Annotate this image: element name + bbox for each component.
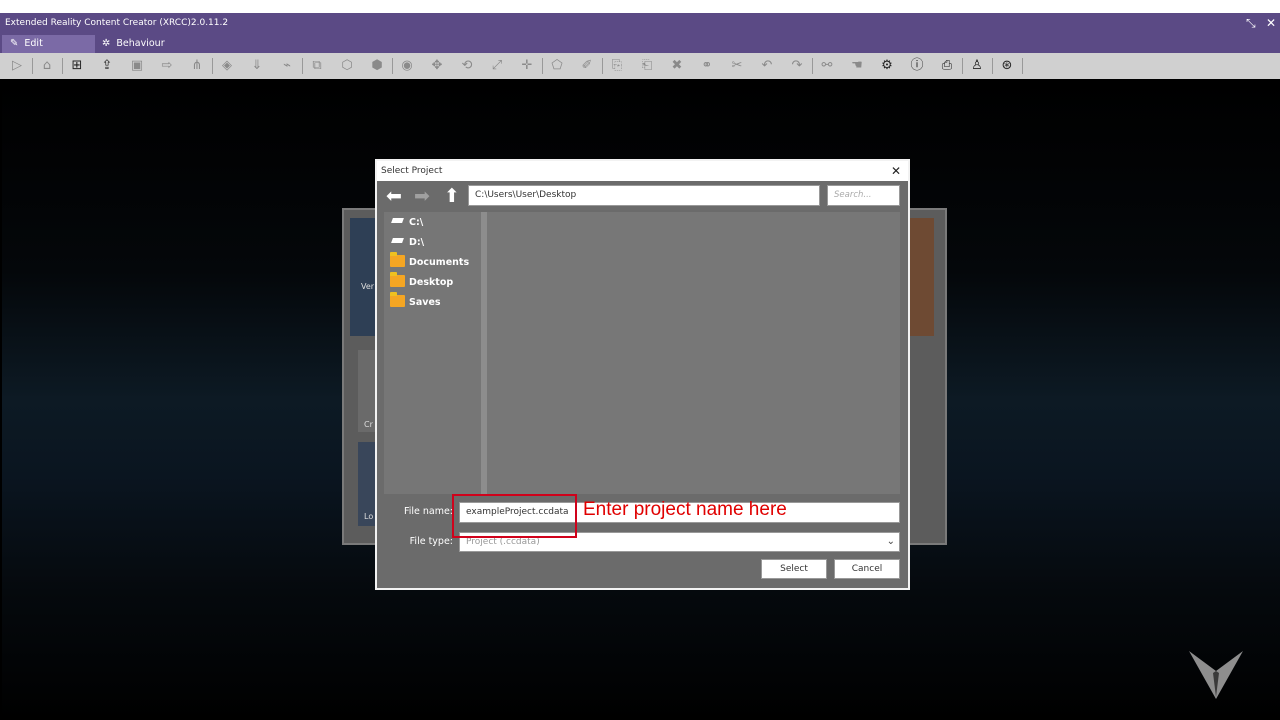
new-project-icon[interactable]: ⊞ [68, 57, 86, 75]
delete-icon[interactable]: ✖ [668, 57, 686, 75]
cube-icon[interactable]: ⬡ [338, 57, 356, 75]
toolbar-divider [302, 58, 303, 74]
drive-icon [389, 234, 405, 252]
back-arrow-icon[interactable]: ⬅ [386, 185, 402, 207]
window-title: Extended Reality Content Creator (XRCC)2… [5, 18, 229, 28]
sidebar-item-label: C:\ [409, 217, 424, 228]
path-input[interactable]: C:\Users\User\Desktop [468, 185, 820, 206]
user-manual-icon[interactable]: ♙ [968, 57, 986, 75]
hierarchy-icon[interactable]: ⋔ [188, 57, 206, 75]
copy-icon[interactable]: ⎘ [608, 57, 626, 75]
sidebar-item-desktop[interactable]: Desktop [389, 272, 454, 292]
settings-icon[interactable]: ⚙ [878, 57, 896, 75]
background-card-label: Cr [364, 420, 373, 429]
disconnect-icon[interactable]: ✂ [728, 57, 746, 75]
rotate-icon[interactable]: ⟲ [458, 57, 476, 75]
file-type-value: Project (.ccdata) [466, 537, 540, 547]
tab-label: Behaviour [116, 38, 165, 49]
close-icon[interactable]: ✕ [891, 161, 901, 181]
scale-icon[interactable]: ⤢ [488, 57, 506, 75]
paste-icon[interactable]: ⎗ [638, 57, 656, 75]
export-icon[interactable]: ⇨ [158, 57, 176, 75]
sidebar-item-label: Saves [409, 297, 441, 308]
save-icon[interactable]: ▣ [128, 57, 146, 75]
hand-icon[interactable]: ☚ [848, 57, 866, 75]
cancel-button[interactable]: Cancel [834, 559, 900, 579]
annotation-text: Enter project name here [583, 499, 787, 520]
pencil-icon[interactable]: ✐ [578, 57, 596, 75]
background-card-label: Lo [364, 512, 374, 521]
title-bar: Extended Reality Content Creator (XRCC)2… [0, 13, 1280, 33]
import-icon[interactable]: ⇓ [248, 57, 266, 75]
open-project-icon[interactable]: ⇪ [98, 57, 116, 75]
toolbar-divider [1022, 58, 1023, 74]
toolbar-divider [542, 58, 543, 74]
folder-icon [389, 252, 405, 272]
toolbar-divider [392, 58, 393, 74]
view-icon[interactable]: ◉ [398, 57, 416, 75]
restore-icon[interactable]: ⤡ [1246, 13, 1256, 33]
pivot-icon[interactable]: ✛ [518, 57, 536, 75]
sidebar-item-documents[interactable]: Documents [389, 252, 470, 272]
tab-behaviour[interactable]: ✲ Behaviour [102, 35, 212, 53]
report-icon[interactable]: ⎙ [938, 57, 956, 75]
close-icon[interactable]: ✕ [1266, 13, 1276, 33]
move-icon[interactable]: ✥ [428, 57, 446, 75]
edit-icon: ✎ [10, 38, 19, 49]
drive-icon [389, 214, 405, 232]
file-type-label: File type: [409, 536, 453, 547]
select-button[interactable]: Select [761, 559, 827, 579]
toolbar: ▷ ⌂ ⊞ ⇪ ▣ ⇨ ⋔ ◈ ⇓ ⌁ ⧉ ⬡ ⬢ ◉ ✥ ⟲ ⤢ ✛ ⬠ ✐ … [0, 53, 1280, 79]
scene-icon[interactable]: ⧉ [308, 57, 326, 75]
toolbar-divider [812, 58, 813, 74]
search-input[interactable]: Search... [827, 185, 900, 206]
info-icon[interactable]: ⓘ [908, 57, 926, 75]
tab-edit[interactable]: ✎ Edit [2, 35, 95, 53]
forward-arrow-icon[interactable]: ➡ [414, 185, 430, 207]
file-name-label: File name: [403, 506, 453, 517]
redo-icon[interactable]: ↷ [788, 57, 806, 75]
location-sidebar: C:\ D:\ Documents Desktop Saves [384, 212, 481, 494]
toolbar-divider [212, 58, 213, 74]
toolbar-divider [962, 58, 963, 74]
sidebar-item-label: D:\ [409, 237, 425, 248]
help-circle-icon[interactable]: ⊛ [998, 57, 1016, 75]
play-icon[interactable]: ▷ [8, 57, 26, 75]
settings-cube-icon[interactable]: ⬢ [368, 57, 386, 75]
toolbar-divider [602, 58, 603, 74]
object-icon[interactable]: ⬠ [548, 57, 566, 75]
background-card-label: Ver [361, 282, 375, 291]
toolbar-divider [32, 58, 33, 74]
dialog-title-bar: Select Project ✕ [377, 161, 908, 181]
sidebar-item-label: Desktop [409, 277, 454, 288]
link-icon[interactable]: ⌁ [278, 57, 296, 75]
app-window: Extended Reality Content Creator (XRCC)2… [0, 13, 1280, 720]
xrcc-logo-icon [1189, 651, 1243, 699]
layers-icon[interactable]: ◈ [218, 57, 236, 75]
folder-icon [389, 292, 405, 312]
chevron-down-icon: ⌄ [886, 536, 895, 547]
undo-icon[interactable]: ↶ [758, 57, 776, 75]
file-list[interactable] [487, 212, 900, 494]
connect-icon[interactable]: ⚭ [698, 57, 716, 75]
sidebar-item-saves[interactable]: Saves [389, 292, 441, 312]
toolbar-divider [992, 58, 993, 74]
folder-icon [389, 272, 405, 292]
home-icon[interactable]: ⌂ [38, 57, 56, 75]
sidebar-item-d-drive[interactable]: D:\ [389, 234, 424, 252]
annotation-highlight-box [452, 494, 577, 538]
sidebar-item-label: Documents [409, 257, 470, 268]
sidebar-item-c-drive[interactable]: C:\ [389, 214, 423, 232]
mode-tabs: ✎ Edit ✲ Behaviour [0, 33, 1280, 53]
toolbar-divider [62, 58, 63, 74]
share-icon[interactable]: ⚯ [818, 57, 836, 75]
up-arrow-icon[interactable]: ⬆ [444, 185, 460, 207]
dialog-title: Select Project [381, 166, 443, 176]
gear-icon: ✲ [102, 38, 111, 49]
tab-label: Edit [24, 38, 43, 49]
